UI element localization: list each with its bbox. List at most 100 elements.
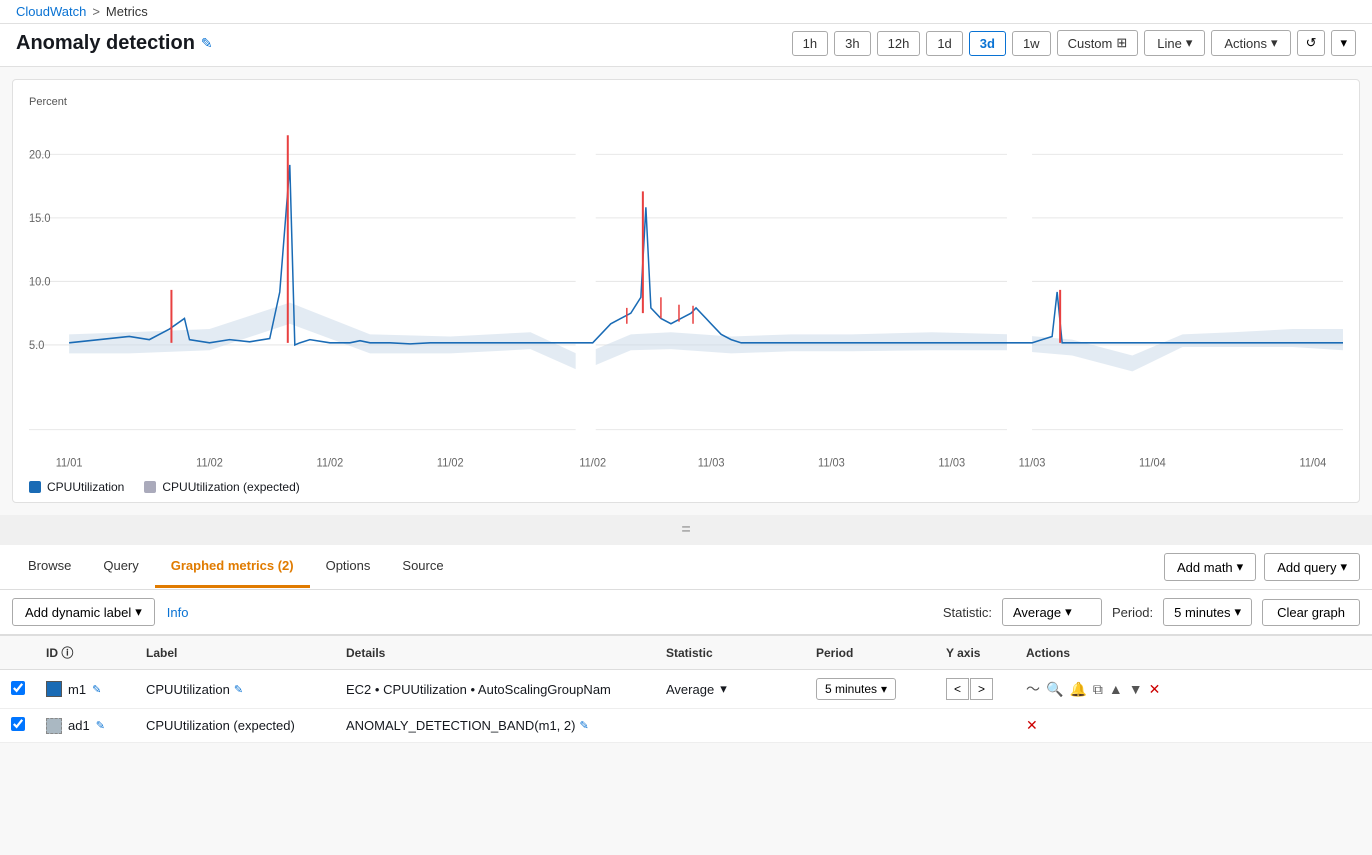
chart-type-arrow: ▾ <box>1186 35 1193 51</box>
row1-yaxis-cell: < > <box>936 670 1016 709</box>
row2-actions-cell: ✕ <box>1016 709 1372 743</box>
add-query-button[interactable]: Add query ▾ <box>1264 553 1360 581</box>
row2-id-cell: ad1 ✎ <box>36 709 136 743</box>
row2-label-cell: CPUUtilization (expected) <box>136 709 336 743</box>
row1-period-dropdown[interactable]: 5 minutes ▾ <box>816 678 896 700</box>
col-period: Period <box>806 636 936 670</box>
breadcrumb-metrics: Metrics <box>106 4 148 19</box>
chart-y-label: Percent <box>29 96 1343 108</box>
row1-yaxis-right[interactable]: > <box>970 678 993 700</box>
svg-text:11/04: 11/04 <box>1300 457 1327 469</box>
caret-button[interactable]: ▾ <box>1331 30 1356 56</box>
row1-math-icon[interactable]: 〜 <box>1026 679 1040 699</box>
row1-details: EC2 • CPUUtilization • AutoScalingGroupN… <box>346 682 611 697</box>
period-arrow: ▾ <box>1235 604 1242 620</box>
divider-handle[interactable]: = <box>0 515 1372 545</box>
chart-container: Percent 20.0 15.0 10.0 5.0 <box>12 79 1360 503</box>
row1-label-cell: CPUUtilization ✎ <box>136 670 336 709</box>
actions-arrow: ▾ <box>1271 35 1278 51</box>
svg-text:11/03: 11/03 <box>818 457 845 469</box>
metrics-toolbar-right: Statistic: Average ▾ Period: 5 minutes ▾… <box>943 598 1360 626</box>
period-label: Period: <box>1112 605 1153 620</box>
actions-button[interactable]: Actions ▾ <box>1211 30 1290 56</box>
tab-options[interactable]: Options <box>310 546 387 588</box>
row2-external-link-icon[interactable]: ✎ <box>579 719 588 732</box>
row1-delete-icon[interactable]: ✕ <box>1149 681 1161 698</box>
row2-delete-icon[interactable]: ✕ <box>1026 717 1038 734</box>
svg-text:11/02: 11/02 <box>437 457 464 469</box>
legend-expected-label: CPUUtilization (expected) <box>162 480 299 494</box>
svg-text:11/01: 11/01 <box>56 457 83 469</box>
row1-color-swatch <box>46 681 62 697</box>
row1-id-edit-icon[interactable]: ✎ <box>92 683 101 696</box>
chart-legend: CPUUtilization CPUUtilization (expected) <box>29 480 1343 494</box>
row1-yaxis-nav: < > <box>946 678 1006 700</box>
metrics-table: ID ⓘ Label Details Statistic Period Y ax… <box>0 635 1372 743</box>
row1-external-link-icon[interactable]: ✎ <box>234 683 243 696</box>
row2-details-cell: ANOMALY_DETECTION_BAND(m1, 2) ✎ <box>336 709 656 743</box>
tab-graphed-metrics[interactable]: Graphed metrics (2) <box>155 546 310 588</box>
row2-label: CPUUtilization (expected) <box>146 718 295 733</box>
row1-details-cell: EC2 • CPUUtilization • AutoScalingGroupN… <box>336 670 656 709</box>
row1-period-cell: 5 minutes ▾ <box>806 670 936 709</box>
row1-up-icon[interactable]: ▲ <box>1109 681 1123 697</box>
period-select[interactable]: 5 minutes ▾ <box>1163 598 1252 626</box>
row1-checkbox[interactable] <box>11 681 25 695</box>
chart-type-dropdown[interactable]: Line ▾ <box>1144 30 1205 56</box>
add-math-button[interactable]: Add math ▾ <box>1164 553 1256 581</box>
calendar-icon: ⊞ <box>1116 35 1127 51</box>
legend-expected: CPUUtilization (expected) <box>144 480 299 494</box>
tab-query[interactable]: Query <box>87 546 154 588</box>
col-yaxis: Y axis <box>936 636 1016 670</box>
time-btn-12h[interactable]: 12h <box>877 31 921 56</box>
time-btn-1w[interactable]: 1w <box>1012 31 1051 56</box>
svg-text:15.0: 15.0 <box>29 213 50 225</box>
time-controls: 1h 3h 12h 1d 3d 1w Custom ⊞ Line ▾ Actio… <box>792 30 1356 56</box>
chart-area: 20.0 15.0 10.0 5.0 <box>29 112 1343 472</box>
row1-actions-cell: 〜 🔍 🔔 ⧉ ▲ ▼ ✕ <box>1016 670 1372 709</box>
breadcrumb-cloudwatch[interactable]: CloudWatch <box>16 4 86 19</box>
row1-bell-icon[interactable]: 🔔 <box>1069 681 1086 698</box>
title-edit-icon[interactable]: ✎ <box>201 35 213 52</box>
svg-text:11/02: 11/02 <box>579 457 606 469</box>
svg-text:5.0: 5.0 <box>29 340 44 352</box>
row2-details: ANOMALY_DETECTION_BAND(m1, 2) <box>346 718 575 733</box>
row1-down-icon[interactable]: ▼ <box>1129 681 1143 697</box>
statistic-select[interactable]: Average ▾ <box>1002 598 1102 626</box>
info-link[interactable]: Info <box>167 605 189 620</box>
row1-yaxis-left[interactable]: < <box>946 678 969 700</box>
svg-text:11/03: 11/03 <box>1019 457 1046 469</box>
row1-statistic-cell: Average ▾ <box>656 670 806 709</box>
tab-source[interactable]: Source <box>386 546 459 588</box>
legend-cpu-label: CPUUtilization <box>47 480 124 494</box>
page-header: Anomaly detection ✎ 1h 3h 12h 1d 3d 1w C… <box>0 24 1372 67</box>
row2-yaxis-cell <box>936 709 1016 743</box>
tabs-bar: Browse Query Graphed metrics (2) Options… <box>0 545 1372 590</box>
add-query-arrow: ▾ <box>1340 559 1347 575</box>
time-btn-custom[interactable]: Custom ⊞ <box>1057 30 1139 56</box>
row1-search-icon[interactable]: 🔍 <box>1046 681 1063 698</box>
add-dynamic-label-button[interactable]: Add dynamic label ▾ <box>12 598 155 626</box>
statistic-arrow: ▾ <box>1065 604 1072 620</box>
row2-statistic-cell <box>656 709 806 743</box>
table-row: m1 ✎ CPUUtilization ✎ EC2 • CPUUtilizati… <box>0 670 1372 709</box>
row1-id-cell: m1 ✎ <box>36 670 136 709</box>
svg-text:10.0: 10.0 <box>29 276 50 288</box>
refresh-button[interactable]: ↺ <box>1297 30 1326 56</box>
time-btn-3d[interactable]: 3d <box>969 31 1006 56</box>
page-title-area: Anomaly detection ✎ <box>16 32 213 55</box>
row1-stat-arrow[interactable]: ▾ <box>720 681 727 697</box>
row2-color-swatch <box>46 718 62 734</box>
table-row: ad1 ✎ CPUUtilization (expected) ANOMALY_… <box>0 709 1372 743</box>
row1-statistic: Average <box>666 682 714 697</box>
dynamic-label-arrow: ▾ <box>135 604 142 620</box>
time-btn-3h[interactable]: 3h <box>834 31 870 56</box>
tab-browse[interactable]: Browse <box>12 546 87 588</box>
time-btn-1d[interactable]: 1d <box>926 31 962 56</box>
clear-graph-button[interactable]: Clear graph <box>1262 599 1360 626</box>
time-btn-1h[interactable]: 1h <box>792 31 828 56</box>
row2-id-edit-icon[interactable]: ✎ <box>96 719 105 732</box>
row2-checkbox[interactable] <box>11 717 25 731</box>
page-title: Anomaly detection <box>16 32 195 55</box>
row1-copy-icon[interactable]: ⧉ <box>1093 681 1103 698</box>
